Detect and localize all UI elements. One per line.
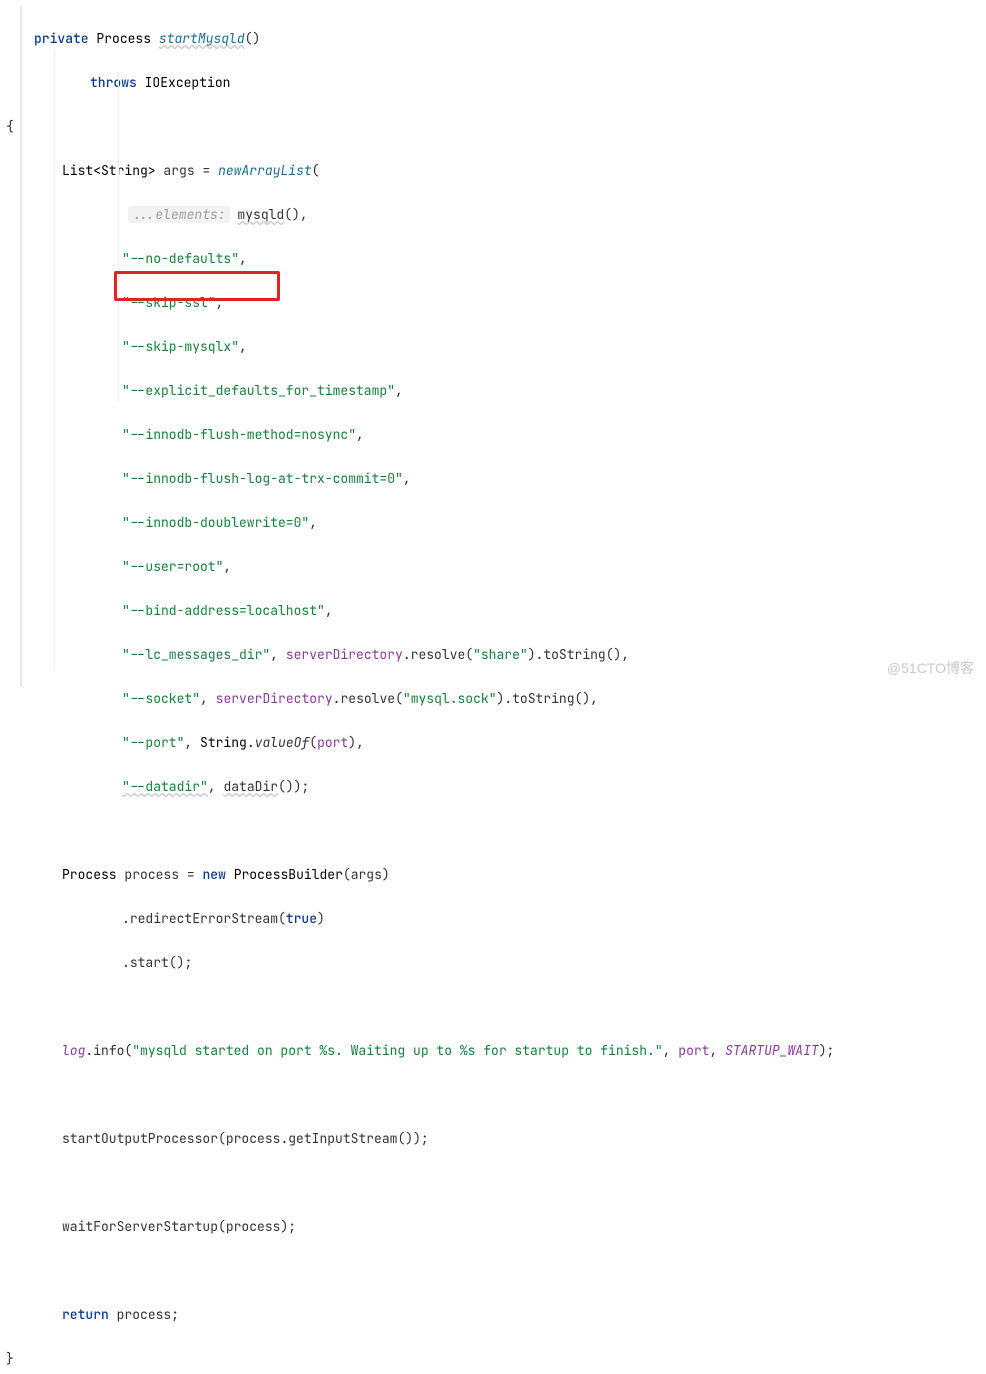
string-literal: "--skip-ssl" — [122, 294, 216, 311]
var-args: args — [163, 162, 194, 179]
blank-line — [34, 1260, 986, 1282]
code-line: startOutputProcessor(process.getInputStr… — [34, 1128, 986, 1150]
fn-toString: toString — [543, 646, 605, 663]
keyword-true: true — [286, 910, 317, 927]
const-startup-wait: STARTUP_WAIT — [725, 1042, 819, 1059]
code-line: .start(); — [34, 952, 986, 974]
fn-toString: toString — [512, 690, 574, 707]
type-process: Process — [62, 866, 117, 883]
blank-line — [34, 1172, 986, 1194]
fn-redirectErrorStream: redirectErrorStream — [130, 910, 278, 927]
indent-guide-1 — [54, 50, 55, 668]
fn-startOutputProcessor: startOutputProcessor — [62, 1130, 218, 1147]
fold-gutter — [20, 6, 22, 687]
code-line: "--explicit_defaults_for_timestamp", — [34, 380, 986, 402]
type-process: Process — [96, 30, 151, 47]
string-literal: "--port" — [122, 734, 184, 751]
code-line: "--innodb-flush-method=nosync", — [34, 424, 986, 446]
code-line: Process process = new ProcessBuilder(arg… — [34, 864, 986, 886]
code-line: "--user=root", — [34, 556, 986, 578]
string-literal: "--datadir" — [122, 778, 208, 795]
code-line: "--skip-ssl", — [34, 292, 986, 314]
fn-valueOf: valueOf — [255, 734, 310, 751]
string-literal: "--no-defaults" — [122, 250, 239, 267]
string-literal-highlighted: "--user=root" — [122, 558, 223, 575]
code-line: "--bind-address=localhost", — [34, 600, 986, 622]
keyword-return: return — [62, 1306, 109, 1323]
keyword-throws: throws — [90, 74, 137, 91]
brace-open: { — [6, 118, 14, 135]
watermark-text: @51CTO博客 — [887, 657, 974, 679]
string-log-msg: "mysqld started on port %s. Waiting up t… — [132, 1042, 662, 1059]
code-line: throws IOException — [34, 72, 986, 94]
fn-info: info — [93, 1042, 124, 1059]
fn-getInputStream: getInputStream — [288, 1130, 397, 1147]
var-process: process — [124, 866, 179, 883]
type-processbuilder: ProcessBuilder — [234, 866, 343, 883]
code-line: { — [34, 116, 986, 138]
code-editor[interactable]: private Process startMysqld() throws IOE… — [0, 0, 986, 1374]
var-port: port — [678, 1042, 709, 1059]
string-literal: "--bind-address=localhost" — [122, 602, 325, 619]
code-line: List<String> args = newArrayList( — [34, 160, 986, 182]
blank-line — [34, 820, 986, 842]
string-literal: "--innodb-doublewrite=0" — [122, 514, 309, 531]
code-line: .redirectErrorStream(true) — [34, 908, 986, 930]
param-hint: ...elements: — [128, 206, 230, 223]
type-string: String — [200, 734, 247, 751]
fn-dataDir: dataDir — [223, 778, 278, 795]
string-literal: "--lc_messages_dir" — [122, 646, 270, 663]
type-list: List<String> — [62, 162, 156, 179]
code-line: private Process startMysqld() — [34, 28, 986, 50]
blank-line — [34, 1084, 986, 1106]
method-name: startMysqld — [159, 30, 245, 47]
paren: () — [245, 30, 261, 47]
code-line: "--lc_messages_dir", serverDirectory.res… — [34, 644, 986, 666]
var-port: port — [317, 734, 348, 751]
string-literal: "--innodb-flush-log-at-trx-commit=0" — [122, 470, 403, 487]
indent-guide-2 — [118, 72, 119, 402]
field-serverDirectory: serverDirectory — [286, 646, 403, 663]
code-line: "--datadir", dataDir()); — [34, 776, 986, 798]
field-serverDirectory: serverDirectory — [216, 690, 333, 707]
brace-close: } — [6, 1350, 14, 1367]
code-line: log.info("mysqld started on port %s. Wai… — [34, 1040, 986, 1062]
fn-resolve: resolve — [340, 690, 395, 707]
fn-newArrayList: newArrayList — [218, 162, 312, 179]
code-line: "--port", String.valueOf(port), — [34, 732, 986, 754]
code-line: waitForServerStartup(process); — [34, 1216, 986, 1238]
fn-resolve: resolve — [411, 646, 466, 663]
type-ioexception: IOException — [145, 74, 231, 91]
code-line: "--innodb-flush-log-at-trx-commit=0", — [34, 468, 986, 490]
fn-start: start — [130, 954, 169, 971]
keyword-new: new — [202, 866, 225, 883]
code-line: "--socket", serverDirectory.resolve("mys… — [34, 688, 986, 710]
fn-mysqld: mysqld — [237, 206, 284, 223]
code-line: } — [34, 1348, 986, 1370]
code-line: "--skip-mysqlx", — [34, 336, 986, 358]
keyword-private: private — [34, 30, 89, 47]
field-log: log — [62, 1042, 85, 1059]
blank-line — [34, 996, 986, 1018]
op-eq: = — [202, 162, 210, 179]
string-literal: "--skip-mysqlx" — [122, 338, 239, 355]
code-line: "--innodb-doublewrite=0", — [34, 512, 986, 534]
string-literal: "--explicit_defaults_for_timestamp" — [122, 382, 395, 399]
string-literal: "--innodb-flush-method=nosync" — [122, 426, 356, 443]
code-line: ...elements: mysqld(), — [34, 204, 986, 226]
string-literal: "--socket" — [122, 690, 200, 707]
fn-waitForServerStartup: waitForServerStartup — [62, 1218, 218, 1235]
code-line: return process; — [34, 1304, 986, 1326]
code-line: "--no-defaults", — [34, 248, 986, 270]
paren-open: ( — [312, 162, 320, 179]
